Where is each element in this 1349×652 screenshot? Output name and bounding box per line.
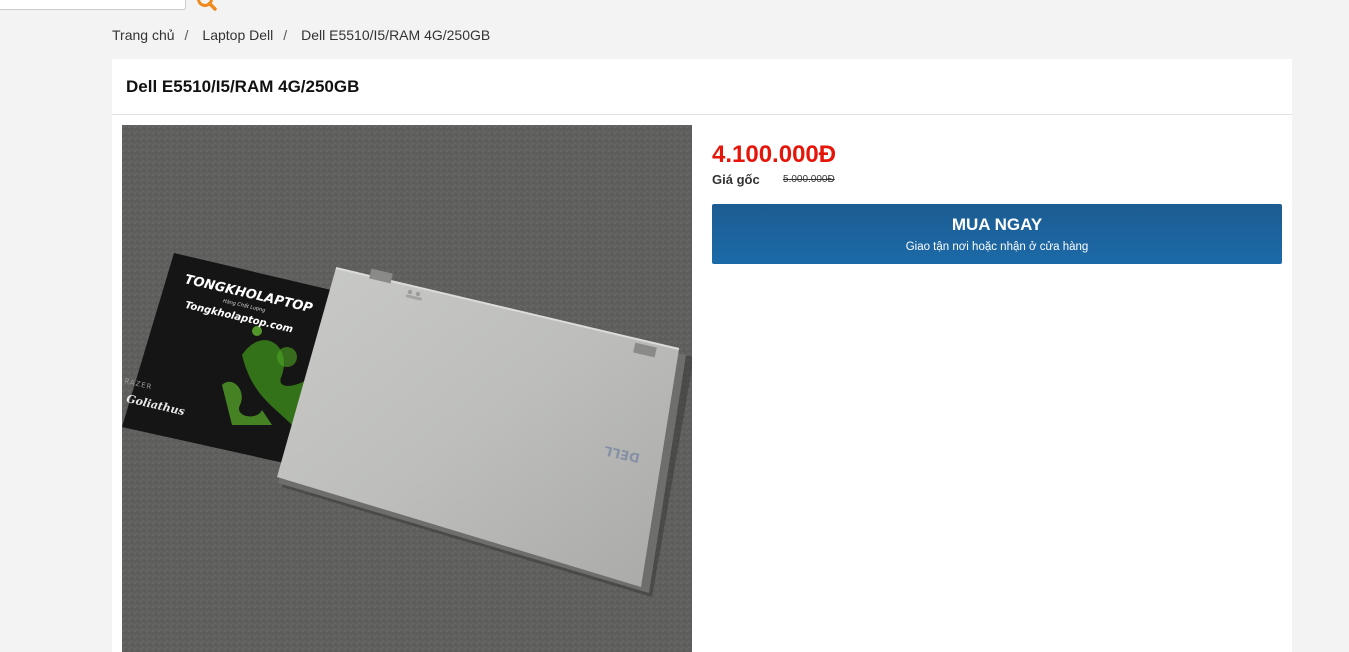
breadcrumb-separator: /	[283, 27, 288, 43]
product-price: 4.100.000Đ	[712, 141, 837, 168]
product-image[interactable]: TONGKHOLAPTOP Hàng Chất Lượng Tongkholap…	[122, 125, 692, 652]
buy-now-button[interactable]: MUA NGAY Giao tận nơi hoặc nhận ở cửa hà…	[712, 204, 1282, 264]
original-price: 5.000.000Đ	[783, 174, 835, 185]
search-input[interactable]	[0, 0, 186, 10]
search-icon[interactable]	[196, 0, 218, 12]
breadcrumb-current: Dell E5510/I5/RAM 4G/250GB	[301, 27, 491, 43]
breadcrumb: Trang chủ / Laptop Dell / Dell E5510/I5/…	[112, 27, 490, 43]
buy-now-label: MUA NGAY	[951, 215, 1043, 234]
product-header: Dell E5510/I5/RAM 4G/250GB	[112, 59, 1292, 115]
breadcrumb-home-link[interactable]: Trang chủ	[112, 27, 175, 43]
buy-now-subtitle: Giao tận nơi hoặc nhận ở cửa hàng	[905, 241, 1089, 253]
original-price-label: Giá gốc	[712, 172, 760, 187]
breadcrumb-category-link[interactable]: Laptop Dell	[202, 27, 273, 43]
original-price-row: Giá gốc 5.000.000Đ	[712, 172, 835, 187]
product-title: Dell E5510/I5/RAM 4G/250GB	[126, 76, 360, 96]
breadcrumb-separator: /	[184, 27, 189, 43]
product-card: Dell E5510/I5/RAM 4G/250GB TONGKHOLAPTOP…	[112, 59, 1292, 652]
